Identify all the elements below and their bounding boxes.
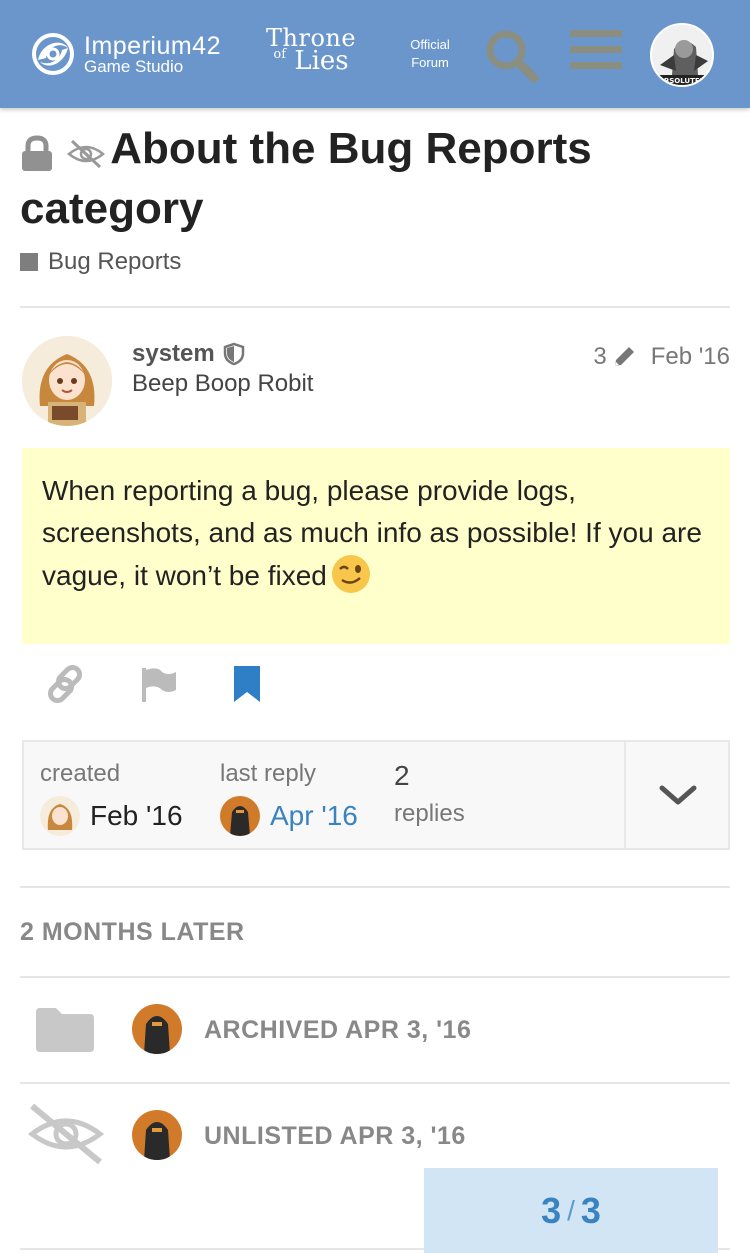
topic-progress[interactable]: 3 / 3: [424, 1168, 718, 1253]
divider: [20, 886, 730, 888]
progress-separator: /: [567, 1194, 575, 1226]
edit-count[interactable]: 3: [593, 343, 606, 371]
post-date[interactable]: Feb '16: [651, 343, 730, 371]
hamburger-menu-button[interactable]: [570, 30, 622, 78]
current-user-avatar[interactable]: BSOLUTEL: [650, 23, 714, 87]
game-logo-line2: Lies: [294, 46, 349, 76]
forum-label: Forum: [411, 55, 449, 70]
topic-map-expand-button[interactable]: [624, 742, 728, 848]
topic-title-area: About the Bug Reports category Bug Repor…: [20, 120, 730, 276]
dark-knight-avatar-image: [132, 1110, 182, 1160]
search-icon: [486, 30, 539, 83]
topic-map-last-reply: last reply Apr '16: [220, 760, 358, 836]
dark-knight-avatar-image: [220, 796, 260, 836]
menu-bar: [570, 30, 622, 37]
post-body: When reporting a bug, please provide log…: [22, 448, 730, 644]
menu-bar: [570, 46, 622, 53]
category-badge[interactable]: Bug Reports: [20, 248, 730, 276]
topic-map: created Feb '16 last reply Apr '16 2 rep…: [22, 740, 730, 850]
topic-map-replies: 2 replies: [394, 760, 465, 828]
progress-current: 3: [541, 1189, 562, 1231]
bookmark-icon[interactable]: [230, 664, 264, 704]
created-date: Feb '16: [90, 800, 183, 831]
lock-icon: [22, 135, 52, 171]
post-username[interactable]: system: [132, 340, 245, 368]
topic-map-created: created Feb '16: [40, 760, 183, 836]
eye-slash-icon: [27, 1103, 105, 1165]
dark-knight-avatar-image: [132, 1004, 182, 1054]
small-action-archived: ARCHIVED APR 3, '16: [20, 978, 730, 1082]
post-user-title: Beep Boop Robit: [132, 370, 314, 397]
username-text: system: [132, 340, 215, 367]
site-header: Imperium42 Game Studio Throne of Lies Of…: [0, 0, 750, 108]
eye-slash-icon: [67, 139, 106, 168]
last-reply-date[interactable]: Apr '16: [270, 800, 358, 832]
anime-girl-avatar-image: [40, 796, 80, 836]
anime-girl-avatar-image: [22, 336, 112, 426]
creator-avatar[interactable]: [40, 796, 80, 836]
link-icon[interactable]: [46, 664, 86, 704]
brand-subtitle: Game Studio: [84, 56, 184, 76]
user-avatar-image: BSOLUTEL: [652, 25, 712, 85]
replies-label: replies: [394, 800, 465, 827]
avatar-text: BSOLUTEL: [664, 77, 705, 85]
search-button[interactable]: [482, 26, 540, 84]
last-reply-label: last reply: [220, 760, 317, 787]
brand-name: Imperium42: [84, 31, 221, 60]
post-body-text: When reporting a bug, please provide log…: [42, 475, 702, 591]
menu-bar: [570, 62, 622, 69]
created-label: created: [40, 760, 121, 787]
small-action-text: ARCHIVED APR 3, '16: [204, 1016, 472, 1044]
folder-icon: [36, 1008, 94, 1052]
small-action-text: UNLISTED APR 3, '16: [204, 1122, 466, 1150]
chevron-down-icon: [659, 785, 697, 805]
category-color-swatch: [20, 253, 38, 272]
action-user-avatar[interactable]: [132, 1110, 182, 1160]
pencil-icon[interactable]: [611, 344, 637, 370]
progress-total: 3: [580, 1189, 601, 1231]
throne-of-lies-logo[interactable]: Throne of Lies: [266, 26, 356, 74]
post-author-avatar[interactable]: [22, 336, 112, 426]
last-reply-avatar[interactable]: [220, 796, 260, 836]
flag-icon[interactable]: [138, 664, 178, 704]
time-gap-label: 2 MONTHS LATER: [20, 918, 245, 946]
replies-count: 2: [394, 760, 410, 791]
divider: [20, 306, 730, 308]
action-user-avatar[interactable]: [132, 1004, 182, 1054]
official-forum-label: Official Forum: [402, 36, 458, 72]
game-logo-of: of: [273, 47, 287, 62]
post-meta: 3 Feb '16: [593, 343, 730, 371]
topic-title[interactable]: About the Bug Reports category: [20, 120, 730, 238]
imperium42-logo[interactable]: Imperium42 Game Studio: [28, 30, 221, 78]
category-name: Bug Reports: [48, 248, 182, 276]
swirl-logo-icon: [32, 33, 74, 75]
wink-emoji-icon: [331, 555, 370, 593]
official-label: Official: [410, 37, 450, 52]
shield-icon: [223, 342, 244, 366]
